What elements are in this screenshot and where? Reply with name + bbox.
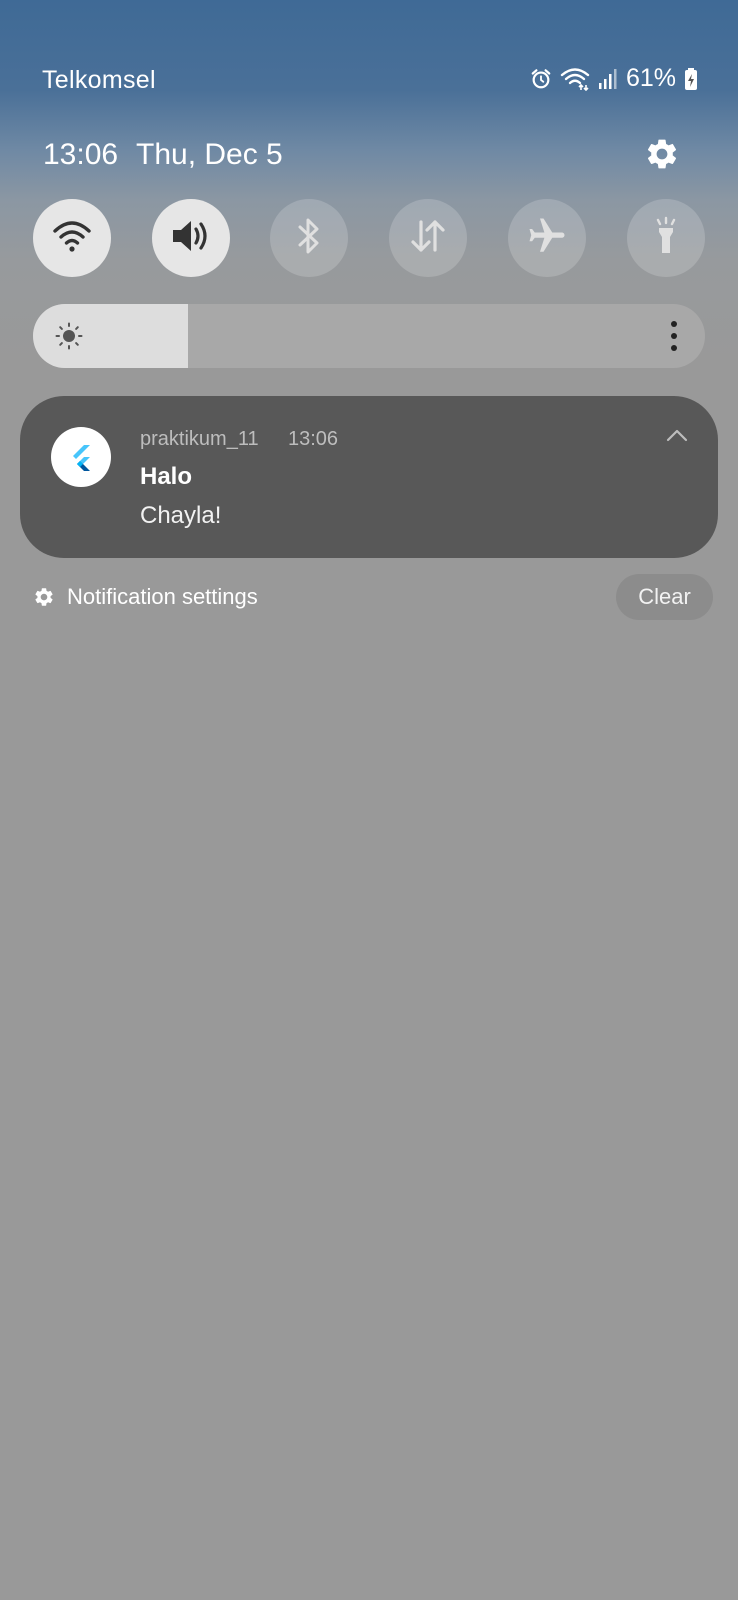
volume-icon: [169, 216, 213, 261]
sun-icon: [55, 322, 83, 350]
battery-percent: 61%: [625, 64, 676, 92]
notification-body: Chayla!: [140, 502, 222, 529]
wifi-icon: [52, 219, 92, 258]
clock-date: Thu, Dec 5: [136, 138, 283, 171]
signal-icon: [598, 68, 618, 90]
carrier-name: Telkomsel: [42, 66, 156, 94]
notification-time: 13:06: [288, 428, 339, 450]
toggle-bluetooth[interactable]: [270, 199, 348, 277]
data-transfer-icon: [408, 216, 448, 261]
toggle-flashlight[interactable]: [627, 199, 705, 277]
notification-settings-link[interactable]: Notification settings: [67, 584, 258, 610]
notification-footer: Notification settings Clear: [0, 574, 738, 620]
flashlight-icon: [649, 215, 683, 262]
toggle-wifi[interactable]: [33, 199, 111, 277]
battery-icon: [684, 67, 698, 91]
bluetooth-icon: [294, 216, 324, 261]
wifi-icon: [560, 67, 590, 91]
header: 13:06 Thu, Dec 5: [0, 130, 738, 182]
clock-time: 13:06: [43, 138, 119, 171]
chevron-up-icon[interactable]: [666, 428, 688, 442]
alarm-icon: [530, 68, 552, 90]
flutter-icon: [51, 427, 111, 487]
status-bar: Telkomsel 61%: [0, 60, 738, 104]
clear-button[interactable]: Clear: [616, 574, 713, 620]
notification-app-name: praktikum_11: [140, 428, 259, 450]
toggle-sound[interactable]: [152, 199, 230, 277]
more-vertical-icon[interactable]: [669, 320, 679, 352]
airplane-icon: [526, 215, 568, 262]
status-icons: 61%: [530, 64, 698, 93]
gear-icon[interactable]: [644, 136, 680, 172]
notification-title: Halo: [140, 463, 193, 490]
notification-card[interactable]: praktikum_11 13:06 Halo Chayla!: [20, 396, 718, 558]
gear-icon[interactable]: [33, 586, 55, 608]
toggle-mobile-data[interactable]: [389, 199, 467, 277]
toggle-airplane-mode[interactable]: [508, 199, 586, 277]
quick-settings-toggles: [33, 199, 705, 279]
brightness-slider[interactable]: [33, 304, 705, 368]
